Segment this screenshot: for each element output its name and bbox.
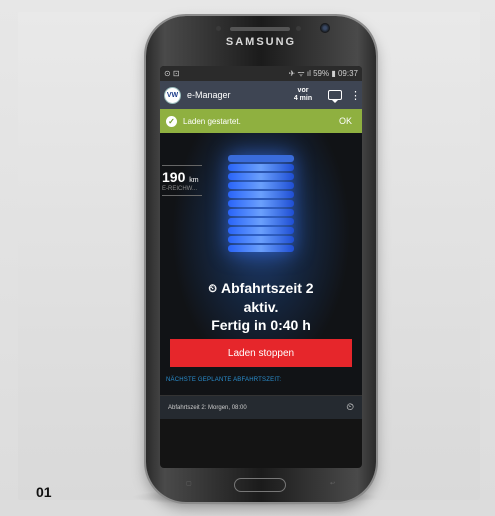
charging-panel: 190 km E-REICHW... ⏲ Abfahrtszeit 2 aktiv… <box>160 133 362 395</box>
sensor-dot <box>216 26 221 31</box>
battery-cell <box>228 191 294 198</box>
app-header: VW e-Manager vor 4 min ⋮ <box>160 81 362 109</box>
departure-line3: Fertig in 0:40 h <box>211 317 311 333</box>
departure-line1: Abfahrtszeit 2 <box>221 280 314 296</box>
smartphone: SAMSUNG ⊙ ⊡ ✈ ᯤ ıl 59% ▮ 09:37 VW e-Mana… <box>146 16 376 502</box>
timer-icon: ⏲ <box>346 402 354 413</box>
vw-logo-icon[interactable]: VW <box>164 86 181 104</box>
status-bar: ⊙ ⊡ ✈ ᯤ ıl 59% ▮ 09:37 <box>160 66 362 81</box>
battery-cell <box>228 209 294 216</box>
recent-apps-icon[interactable]: ▢ <box>186 480 192 487</box>
phone-screen: ⊙ ⊡ ✈ ᯤ ıl 59% ▮ 09:37 VW e-Manager vor … <box>160 66 362 468</box>
phone-brand-logo: SAMSUNG <box>225 36 297 48</box>
home-button[interactable] <box>234 478 286 492</box>
range-label: E-REICHW... <box>162 186 198 192</box>
next-departure-heading: NÄCHSTE GEPLANTE ABFAHRTSZEIT: <box>166 377 282 383</box>
battery-cell <box>228 200 294 207</box>
figure-number: 01 <box>36 484 52 500</box>
battery-cell <box>228 236 294 243</box>
front-camera-icon <box>320 23 330 33</box>
ok-button[interactable]: OK <box>335 116 356 126</box>
range-number: 190 <box>162 169 186 185</box>
timer-icon: ⏲ <box>208 283 217 295</box>
notification-banner: ✓ Laden gestartet. OK <box>160 109 362 133</box>
notification-text: Laden gestartet. <box>183 116 241 126</box>
battery-cell <box>228 218 294 225</box>
battery-cell <box>228 182 294 189</box>
status-right-info: ✈ ᯤ ıl 59% ▮ 09:37 <box>288 69 358 78</box>
next-departure-item[interactable]: Abfahrtszeit 2: Morgen, 08:00 ⏲ <box>160 395 362 419</box>
app-title: e-Manager <box>187 90 231 100</box>
check-icon: ✓ <box>166 115 177 127</box>
status-left-icons: ⊙ ⊡ <box>164 69 180 78</box>
sensor-dot <box>296 26 301 31</box>
battery-cell <box>228 245 294 252</box>
battery-cell <box>228 227 294 234</box>
range-value: 190 km <box>162 169 202 185</box>
update-time-line2: 4 min <box>293 95 313 102</box>
range-unit: km <box>189 177 199 184</box>
earpiece-speaker <box>230 27 290 31</box>
back-icon[interactable]: ↩ <box>330 480 335 487</box>
vw-logo-text: VW <box>166 91 179 99</box>
range-display: 190 km E-REICHW... <box>162 165 202 196</box>
stop-charging-button[interactable]: Laden stoppen <box>170 339 352 367</box>
departure-line2: aktiv. <box>243 299 279 315</box>
departure-title: ⏲ Abfahrtszeit 2 <box>160 279 362 298</box>
departure-status: ⏲ Abfahrtszeit 2 aktiv. Fertig in 0:40 h <box>160 279 362 334</box>
menu-icon[interactable]: ⋮ <box>350 89 361 102</box>
update-time-line1: vor <box>297 87 309 94</box>
next-departure-text: Abfahrtszeit 2: Morgen, 08:00 <box>168 404 247 411</box>
chat-icon[interactable] <box>328 90 342 103</box>
battery-cell <box>228 164 294 171</box>
battery-charging-icon <box>228 155 294 252</box>
battery-cell <box>228 155 294 162</box>
last-update-time: vor 4 min <box>288 87 318 103</box>
battery-cell <box>228 173 294 180</box>
